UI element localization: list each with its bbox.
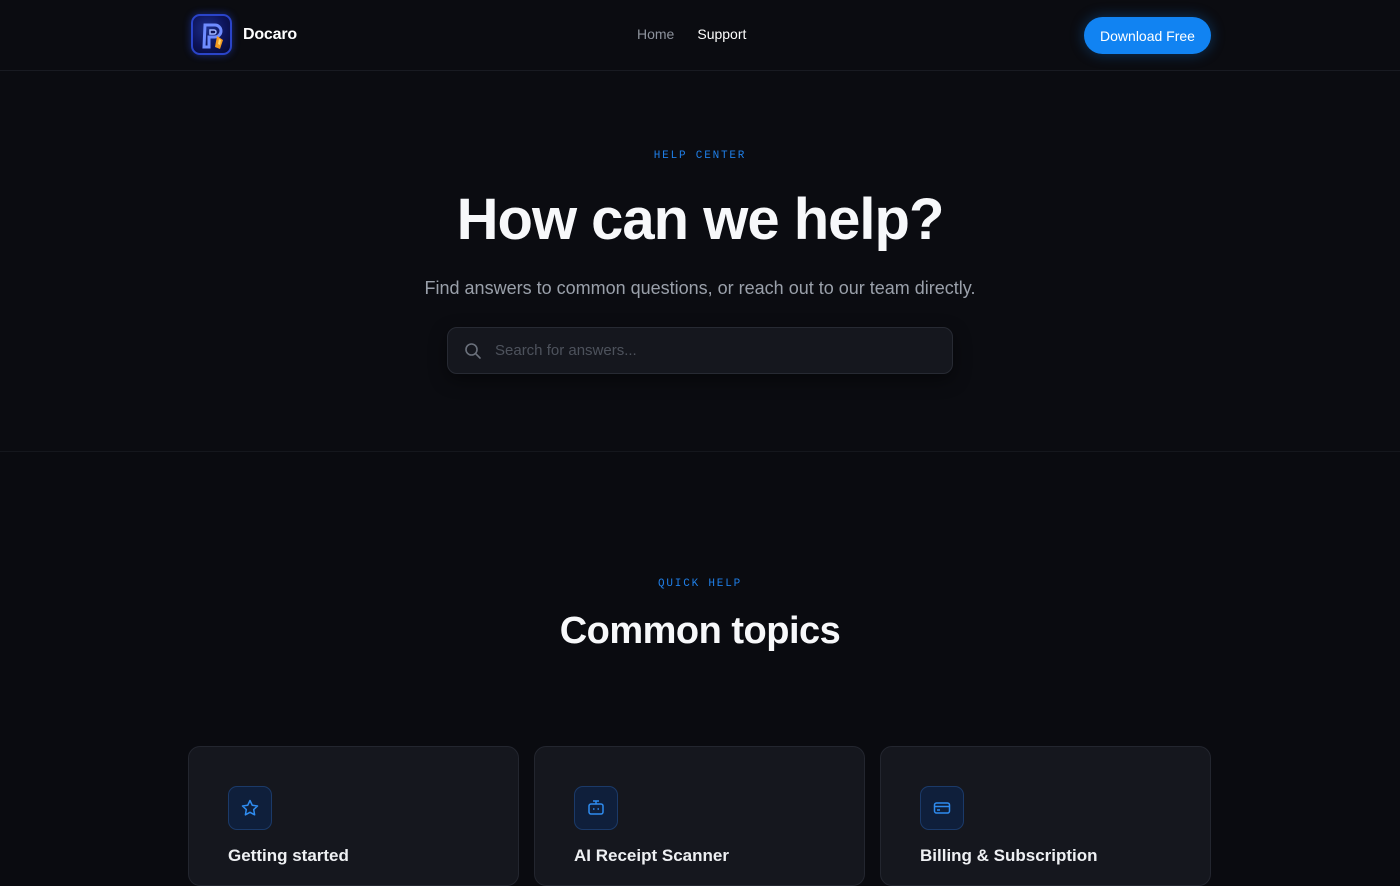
topics-eyebrow: QUICK HELP [657,578,742,590]
topics-title: Common topics [559,610,841,652]
docaro-logo-icon [191,14,232,55]
topic-card-title: AI Receipt Scanner [574,846,729,865]
topic-card-title: Getting started [228,846,349,865]
search-icon [464,342,482,365]
brand-name: Docaro [243,25,297,43]
hero-subtitle: Find answers to common questions, or rea… [424,278,976,298]
hero-title: How can we help? [456,187,945,252]
top-navbar: Docaro Home Support Download Free [0,0,1400,71]
topic-card-title: Billing & Subscription [920,846,1098,865]
brand-logo-link[interactable]: Docaro [191,14,297,55]
nav-link-home[interactable]: Home [637,26,674,42]
hero-section: HELP CENTER How can we help? Find answer… [0,71,1400,452]
topic-card-getting-started[interactable]: Getting started [188,746,519,886]
star-icon [228,786,272,830]
credit-card-icon [920,786,964,830]
hero-eyebrow: HELP CENTER [653,150,747,162]
common-topics-section: QUICK HELP Common topics Getting started… [0,452,1400,886]
topic-card-ai-receipt-scanner[interactable]: AI Receipt Scanner [534,746,865,886]
search-box[interactable] [447,327,953,374]
search-input[interactable] [495,328,935,373]
nav-link-support[interactable]: Support [697,26,746,42]
robot-icon [574,786,618,830]
nav-links: Home Support [637,26,746,42]
topic-card-billing-subscription[interactable]: Billing & Subscription [880,746,1211,886]
download-free-button[interactable]: Download Free [1084,17,1211,54]
